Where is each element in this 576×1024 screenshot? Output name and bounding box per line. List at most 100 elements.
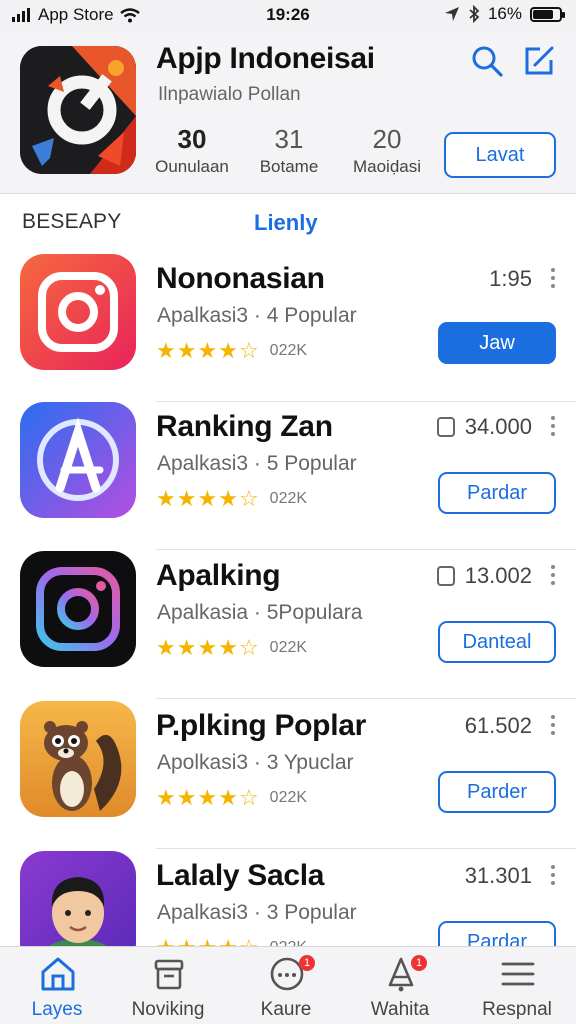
app-category: Apalkasia · 5Populara xyxy=(157,601,363,624)
app-list-item[interactable]: Apalking Apalkasia · 5Populara ★ ★ ★ ★ ☆ 022K 13… xyxy=(0,551,576,699)
app-name[interactable]: P.plking Poplar xyxy=(156,709,366,743)
star-filled-icon: ★ xyxy=(197,635,218,660)
rating-count: 022K xyxy=(269,789,308,806)
star-filled-icon: ★ xyxy=(218,635,238,660)
more-options-icon[interactable] xyxy=(550,715,556,735)
status-right: 16% xyxy=(444,4,565,24)
square-icon xyxy=(436,417,455,437)
tab-label: Kaure xyxy=(260,999,312,1020)
app-meta: 31.301 xyxy=(465,863,532,889)
app-list-item[interactable]: Ranking Zan Apalkasi3 · 5 Popular ★ ★ ★ ★ ☆ 022… xyxy=(0,402,576,550)
more-options-icon[interactable] xyxy=(550,565,556,585)
stat-2: 31 Botame xyxy=(244,124,334,177)
app-name[interactable]: Ranking Zan xyxy=(156,410,333,444)
star-empty-icon: ☆ xyxy=(238,338,259,363)
bluetooth-icon xyxy=(469,5,480,23)
tab-label: Noviking xyxy=(131,999,205,1020)
instagram-orange-icon[interactable] xyxy=(20,254,136,370)
app-get-button[interactable]: Danteal xyxy=(438,621,556,663)
star-filled-icon: ★ xyxy=(176,785,197,810)
divider xyxy=(156,698,576,699)
notification-badge: 1 xyxy=(299,955,315,971)
app-rating: ★★★★☆022K xyxy=(156,488,307,510)
star-filled-icon: ★ xyxy=(176,338,197,363)
stat-label: Ounulaan xyxy=(155,157,229,176)
star-filled-icon: ★ xyxy=(156,486,176,511)
compose-icon[interactable] xyxy=(522,44,556,78)
page-subtitle: Ilnpawialo Pollan xyxy=(158,84,301,105)
app-get-button[interactable]: Jaw xyxy=(438,322,556,364)
app-list-item[interactable]: P.plking Poplar Apolkasi3 · 3 Ypuclar ★ ★ ★ ★… xyxy=(0,701,576,849)
app-get-button[interactable]: Parder xyxy=(438,771,556,813)
app-category: Apalkasi3 · 4 Popular xyxy=(157,304,357,327)
app-meta-value: 61.502 xyxy=(464,713,532,738)
app-store-a-icon[interactable] xyxy=(20,402,136,518)
app-meta: 34.000 xyxy=(436,414,532,440)
divider xyxy=(156,848,576,849)
star-filled-icon: ★ xyxy=(218,486,238,511)
header-action-button[interactable]: Lavat xyxy=(444,132,556,178)
section-tabs: BESEAPY Lienly xyxy=(0,196,576,246)
star-filled-icon: ★ xyxy=(176,635,197,660)
app-get-button[interactable]: Pardar xyxy=(438,472,556,514)
app-name[interactable]: Lalaly Sacla xyxy=(156,859,324,893)
app-meta: 13.002 xyxy=(436,563,532,589)
menu-icon xyxy=(501,962,535,986)
square-icon xyxy=(436,566,455,586)
app-header: Apjp Indoneisai Ilnpawialo Pollan 30 Oun… xyxy=(0,32,576,194)
star-empty-icon: ☆ xyxy=(238,486,259,511)
star-filled-icon: ★ xyxy=(176,486,197,511)
tab-label: Layes xyxy=(31,999,83,1020)
star-filled-icon: ★ xyxy=(218,338,238,363)
more-options-icon[interactable] xyxy=(550,268,556,288)
app-meta-value: 13.002 xyxy=(464,563,532,588)
star-filled-icon: ★ xyxy=(197,785,218,810)
app-meta-value: 1:95 xyxy=(489,266,532,291)
stat-value: 31 xyxy=(274,124,304,154)
home-icon xyxy=(41,957,75,991)
app-category: Apolkasi3 · 3 Ypuclar xyxy=(157,751,354,774)
tab-noviking[interactable]: Noviking xyxy=(113,947,223,1024)
stat-label: Botame xyxy=(259,157,319,176)
tab-bar: Layes Noviking 1 Kaure 1 Wahita Respnal xyxy=(0,946,576,1024)
search-icon[interactable] xyxy=(470,44,504,78)
more-options-icon[interactable] xyxy=(550,865,556,885)
featured-app-icon[interactable] xyxy=(20,46,136,174)
stat-1: 30 Ounulaan xyxy=(147,124,237,177)
app-category: Apalkasi3 · 5 Popular xyxy=(157,452,357,475)
tab-kaure[interactable]: 1 Kaure xyxy=(231,947,341,1024)
battery-percent: 16% xyxy=(487,4,522,23)
app-list-item[interactable]: Nononasian Apalkasi3 · 4 Popular ★ ★ ★ ★ ☆ 022K… xyxy=(0,254,576,402)
tab-layes[interactable]: Layes xyxy=(2,947,112,1024)
tab-wahita[interactable]: 1 Wahita xyxy=(345,947,455,1024)
archive-icon xyxy=(154,959,184,990)
squirrel-icon[interactable] xyxy=(20,701,136,817)
app-meta: 61.502 xyxy=(465,713,532,739)
status-bar: App Store 19:26 16% xyxy=(0,0,576,32)
stat-value: 20 xyxy=(372,124,402,154)
star-filled-icon: ★ xyxy=(218,785,238,810)
stat-label: Maoiḍasi xyxy=(352,157,422,176)
app-category: Apalkasi3 · 3 Popular xyxy=(157,901,357,924)
location-icon xyxy=(444,7,459,21)
instagram-dark-icon[interactable] xyxy=(20,551,136,667)
app-rating: ★★★★☆022K xyxy=(156,637,307,659)
stat-3: 20 Maoiḍasi xyxy=(342,124,432,177)
rating-count: 022K xyxy=(269,639,308,656)
star-empty-icon: ☆ xyxy=(238,785,259,810)
notification-badge: 1 xyxy=(411,955,427,971)
app-rating: ★★★★☆022K xyxy=(156,787,307,809)
app-meta-value: 34.000 xyxy=(464,414,532,439)
tab-label: Wahita xyxy=(370,999,430,1020)
star-filled-icon: ★ xyxy=(197,486,218,511)
star-filled-icon: ★ xyxy=(156,338,176,363)
section-tab-left[interactable]: BESEAPY xyxy=(22,210,121,234)
app-name[interactable]: Apalking xyxy=(156,559,281,593)
more-options-icon[interactable] xyxy=(550,416,556,436)
page-title: Apjp Indoneisai xyxy=(156,42,375,75)
stat-value: 30 xyxy=(177,124,207,154)
tab-respnal[interactable]: Respnal xyxy=(462,947,572,1024)
section-tab-right[interactable]: Lienly xyxy=(254,210,318,236)
app-name[interactable]: Nononasian xyxy=(156,262,325,296)
rating-count: 022K xyxy=(269,490,308,507)
